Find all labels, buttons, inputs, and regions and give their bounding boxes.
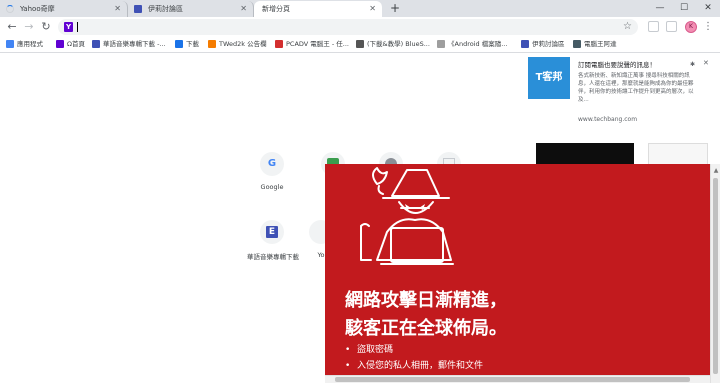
bookmark-item[interactable]: 電腦王阿達: [573, 37, 617, 52]
bookmark-item[interactable]: 應用程式: [6, 37, 43, 52]
close-icon[interactable]: ✕: [369, 1, 376, 17]
bookmark-label: 華語音樂專輯下載 -...: [103, 40, 166, 48]
bookmark-item[interactable]: (下載&教學) BlueS...: [356, 37, 430, 52]
bookmark-item[interactable]: 下載: [175, 37, 199, 52]
back-button[interactable]: ←: [4, 19, 20, 35]
menu-dots-icon[interactable]: ⋮: [703, 19, 713, 35]
koc-icon: [573, 40, 581, 48]
bookmark-label: 《Android 檔案隨...: [448, 40, 508, 48]
scroll-up-arrow-icon[interactable]: ▲: [711, 166, 720, 176]
tab-new[interactable]: 新增分頁 ✕: [254, 1, 382, 17]
tab-title: Yahoo奇摩: [20, 5, 55, 13]
tab-yahoo[interactable]: Yahoo奇摩 ✕: [0, 1, 128, 17]
hacker-illustration-icon: [360, 167, 454, 265]
page-icon: [356, 40, 364, 48]
vertical-scrollbar[interactable]: ▲: [710, 164, 720, 383]
tab-title: 新增分頁: [262, 5, 290, 13]
shortcut-circle: G: [260, 152, 284, 176]
bookmark-star-icon[interactable]: ☆: [623, 20, 632, 34]
yahoo-favicon-icon: Y: [64, 22, 73, 32]
tab-title: 伊莉討論區: [148, 5, 183, 13]
bullet-text: 入侵您的私人相冊，郵件和文件: [357, 361, 484, 371]
bookmarks-bar: 應用程式 Ω首頁 華語音樂專輯下載 -... 下載 TWed2k 公告欄 PCA…: [0, 37, 720, 53]
e-favicon-icon: [92, 40, 100, 48]
bookmark-item[interactable]: 伊莉討論區: [521, 37, 565, 52]
popup-bullet: • 入侵您的私人相冊，郵件和文件: [345, 361, 484, 371]
close-icon[interactable]: ✕: [240, 1, 247, 17]
blogger-icon: [208, 40, 216, 48]
profile-avatar[interactable]: K: [685, 21, 697, 33]
address-bar[interactable]: Y ☆: [58, 19, 638, 35]
ad-close-icon[interactable]: ✕: [703, 59, 709, 67]
ad-title: 訂閱電腦也要說聲的訊息！: [578, 61, 656, 69]
e-favicon-icon: E: [266, 226, 278, 238]
tab-eyny[interactable]: 伊莉討論區 ✕: [128, 1, 254, 17]
bookmark-label: (下載&教學) BlueS...: [367, 40, 430, 48]
shortcut-google[interactable]: G Google: [247, 152, 297, 191]
extension-icon[interactable]: [648, 21, 659, 32]
bookmark-label: 下載: [186, 40, 199, 48]
pcadv-icon: [275, 40, 283, 48]
scroll-thumb[interactable]: [713, 178, 718, 374]
download-icon: [175, 40, 183, 48]
shortcut-music[interactable]: E 華語音樂專輯下載: [247, 220, 299, 261]
bookmark-label: 應用程式: [17, 40, 43, 48]
loading-spinner-icon: [6, 5, 14, 13]
text-cursor: [77, 22, 78, 32]
scroll-thumb[interactable]: [335, 377, 690, 382]
bookmark-label: 電腦王阿達: [584, 40, 617, 48]
apps-grid-icon: [6, 40, 14, 48]
shortcut-circle: E: [260, 220, 284, 244]
close-window-button[interactable]: ✕: [696, 0, 720, 17]
popup-bullet: • 盜取密碼: [345, 345, 394, 355]
bookmark-label: PCADV 電腦王 - 任...: [286, 40, 349, 48]
shortcut-label: 華語音樂專輯下載: [247, 253, 299, 261]
ad-url: www.techbang.com: [578, 116, 638, 123]
shortcut-label: Google: [260, 183, 284, 191]
security-popup-ad[interactable]: 網路攻擊日漸精進， 駭客正在全球佈局。 • 盜取密碼 • 入侵您的私人相冊，郵件和文…: [325, 164, 710, 383]
e-favicon-icon: [134, 5, 142, 13]
bookmark-item[interactable]: 華語音樂專輯下載 -...: [92, 37, 166, 52]
bullet-text: 盜取密碼: [357, 345, 394, 355]
toolbar: ← → ↻ Y ☆ K ⋮: [0, 17, 720, 37]
bookmark-item[interactable]: Ω首頁: [56, 37, 85, 52]
bookmark-label: Ω首頁: [67, 40, 85, 48]
ad-settings-icon[interactable]: ✱: [690, 61, 695, 68]
maximize-button[interactable]: ☐: [672, 0, 696, 17]
bookmark-label: 伊莉討論區: [532, 40, 565, 48]
yahoo-icon: [56, 40, 64, 48]
techbang-logo: T客邦: [528, 57, 570, 99]
extension-icon[interactable]: [666, 21, 677, 32]
bookmark-item[interactable]: 《Android 檔案隨...: [437, 37, 507, 52]
bookmark-item[interactable]: PCADV 電腦王 - 任...: [275, 37, 349, 52]
new-tab-button[interactable]: +: [388, 1, 402, 15]
google-icon: G: [267, 158, 277, 169]
popup-headline: 駭客正在全球佈局。: [345, 318, 507, 339]
reload-button[interactable]: ↻: [38, 19, 54, 35]
page-icon: [437, 40, 445, 48]
bookmark-item[interactable]: TWed2k 公告欄: [208, 37, 267, 52]
horizontal-scrollbar[interactable]: [325, 375, 710, 383]
e-favicon-icon: [521, 40, 529, 48]
close-icon[interactable]: ✕: [114, 1, 121, 17]
bookmark-label: TWed2k 公告欄: [219, 40, 267, 48]
tab-strip: Yahoo奇摩 ✕ 伊莉討論區 ✕ 新增分頁 ✕ + — ☐ ✕: [0, 0, 720, 17]
ad-body: 各式新技術、新知識正萬事 搜尋科技相關的訊息，人還在這裡，那麼就是能夠成為你的最…: [578, 73, 694, 103]
minimize-button[interactable]: —: [648, 0, 672, 17]
popup-headline: 網路攻擊日漸精進，: [345, 290, 507, 311]
forward-button[interactable]: →: [21, 19, 37, 35]
